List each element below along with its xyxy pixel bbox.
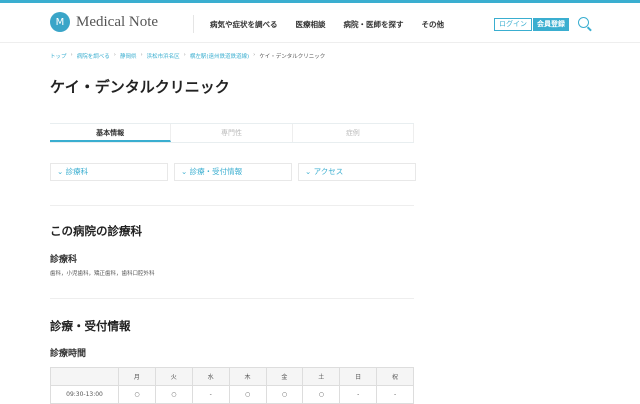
- availability-cell: ○: [118, 385, 156, 404]
- main-nav: 病気や症状を調べる 医療相談 病院・医師を探す その他: [210, 19, 444, 30]
- divider: [50, 298, 414, 299]
- nav-consultation[interactable]: 医療相談: [296, 19, 326, 30]
- availability-cell: -: [339, 385, 378, 404]
- day-header: 土: [302, 367, 341, 386]
- day-header: 水: [191, 367, 230, 386]
- section-title-reception: 診療・受付情報: [50, 319, 131, 333]
- search-icon[interactable]: [578, 17, 589, 28]
- day-header: 金: [265, 367, 304, 386]
- time-cell: 09:30-13:00: [50, 385, 119, 404]
- breadcrumb-link[interactable]: トップ: [50, 52, 67, 60]
- table-header-row: 月火水木金土日祝: [50, 367, 414, 386]
- day-header: 日: [339, 367, 378, 386]
- anchor-departments[interactable]: ⌄ 診療科: [50, 163, 168, 181]
- tab-bar: 基本情報 専門性 症例: [50, 123, 414, 143]
- anchor-reception[interactable]: ⌄ 診療・受付情報: [174, 163, 292, 181]
- divider: [50, 205, 414, 206]
- tab-basic-info[interactable]: 基本情報: [50, 124, 172, 142]
- breadcrumb-link[interactable]: 横左駅(遠州鉄道鉄道線): [190, 52, 249, 60]
- site-header: M Medical Note 病気や症状を調べる 医療相談 病院・医師を探す その…: [0, 3, 640, 43]
- breadcrumb-current: ケイ・デンタルクリニック: [259, 54, 326, 60]
- subheading-hours: 診療時間: [50, 349, 87, 359]
- availability-cell: ○: [154, 385, 193, 404]
- schedule-table: 月火水木金土日祝 09:30-13:00 ○ ○ - ○ ○ ○ - -: [50, 367, 414, 404]
- subheading-departments: 診療科: [50, 255, 78, 265]
- register-button[interactable]: 会員登録: [533, 18, 569, 31]
- tab-specialty[interactable]: 専門性: [171, 124, 293, 142]
- anchor-label: 診療・受付情報: [189, 167, 243, 176]
- table-row: 09:30-13:00 ○ ○ - ○ ○ ○ - -: [50, 385, 414, 404]
- logo-icon: M: [50, 12, 70, 32]
- nav-find-hospital[interactable]: 病院・医師を探す: [344, 19, 404, 30]
- day-header: 祝: [376, 367, 414, 386]
- logo[interactable]: M Medical Note: [50, 12, 158, 32]
- availability-cell: -: [191, 385, 230, 404]
- anchor-label: 診療科: [65, 167, 89, 176]
- nav-other[interactable]: その他: [422, 19, 445, 30]
- anchor-access[interactable]: ⌄ アクセス: [298, 163, 416, 181]
- divider: [193, 15, 194, 33]
- breadcrumb: トップ › 病院を調べる › 静岡県 › 浜松市浜名区 › 横左駅(遠州鉄道鉄道線) › …: [50, 52, 326, 60]
- header-cell: [50, 367, 119, 386]
- login-button[interactable]: ログイン: [494, 18, 532, 31]
- availability-cell: -: [376, 385, 414, 404]
- breadcrumb-link[interactable]: 病院を調べる: [77, 52, 110, 60]
- page-title: ケイ・デンタルクリニック: [50, 78, 230, 96]
- breadcrumb-link[interactable]: 浜松市浜名区: [147, 52, 180, 60]
- availability-cell: ○: [302, 385, 341, 404]
- availability-cell: ○: [228, 385, 267, 404]
- day-header: 木: [228, 367, 267, 386]
- anchor-label: アクセス: [313, 167, 344, 176]
- section-title-departments: この病院の診療科: [50, 224, 142, 238]
- tab-cases[interactable]: 症例: [293, 124, 414, 142]
- breadcrumb-link[interactable]: 静岡県: [120, 52, 137, 60]
- anchor-links: ⌄ 診療科 ⌄ 診療・受付情報 ⌄ アクセス: [50, 163, 416, 181]
- logo-text: Medical Note: [76, 13, 159, 30]
- availability-cell: ○: [265, 385, 304, 404]
- nav-diseases[interactable]: 病気や症状を調べる: [210, 19, 278, 30]
- day-header: 火: [154, 367, 193, 386]
- day-header: 月: [118, 367, 156, 386]
- departments-list: 歯科，小児歯科，矯正歯科，歯科口腔外科: [50, 271, 155, 277]
